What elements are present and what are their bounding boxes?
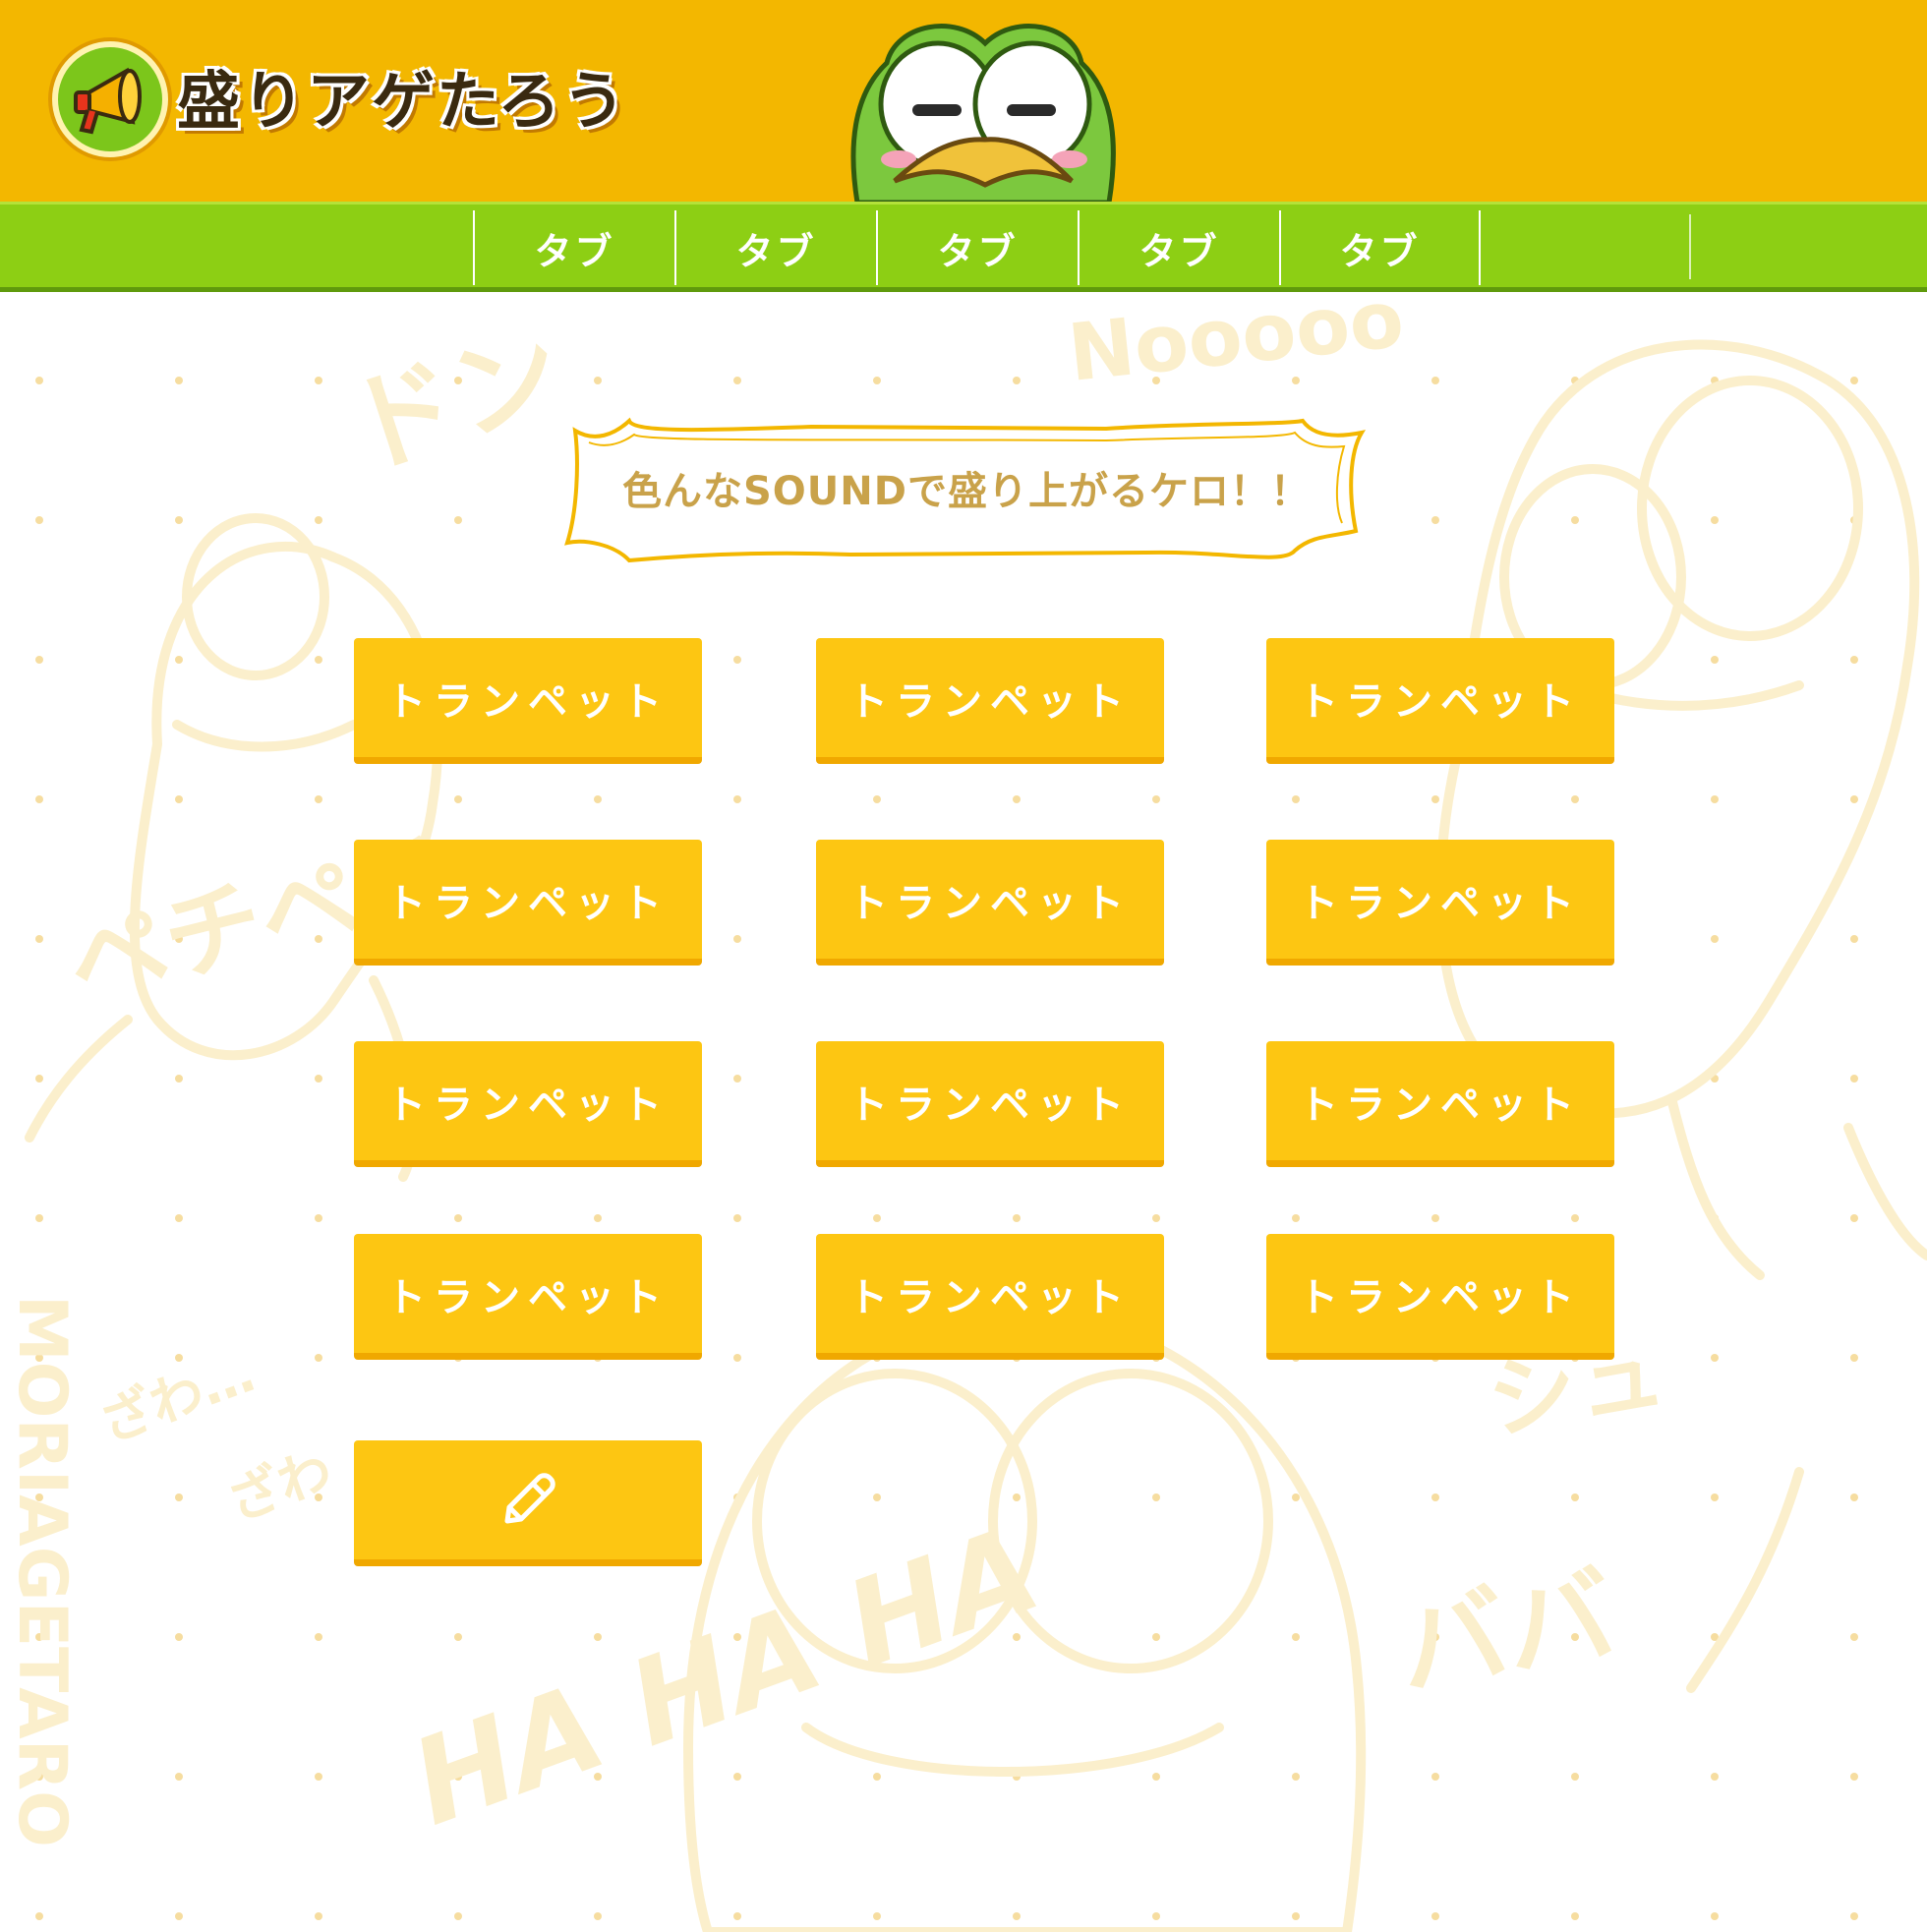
pencil-icon [504, 1472, 555, 1523]
sound-button-8[interactable]: トランペット [816, 1041, 1164, 1167]
logo-badge[interactable] [52, 41, 168, 157]
svg-text:ざわ: ざわ [219, 1438, 340, 1533]
frog-mascot-icon [850, 24, 1116, 203]
sound-button-11[interactable]: トランペット [816, 1234, 1164, 1360]
sound-button-1[interactable]: トランペット [354, 638, 702, 764]
tab-1[interactable]: タブ [473, 210, 674, 285]
svg-text:ババ: ババ [1388, 1551, 1623, 1713]
sound-button-10[interactable]: トランペット [354, 1234, 702, 1360]
sound-button-6[interactable]: トランペット [1266, 840, 1614, 966]
edit-button[interactable] [354, 1440, 702, 1566]
banner-title: 色んなSOUNDで盛り上がるケロ！！ [622, 469, 1311, 514]
sound-button-7[interactable]: トランペット [354, 1041, 702, 1167]
sound-button-5[interactable]: トランペット [816, 840, 1164, 966]
sound-button-2[interactable]: トランペット [816, 638, 1164, 764]
sound-button-12[interactable]: トランペット [1266, 1234, 1614, 1360]
logo-title: 盛りアゲたろう [177, 66, 628, 139]
nav-bar: タブ タブ タブ タブ タブ [0, 202, 1927, 292]
tab-2[interactable]: タブ [674, 210, 876, 285]
nav-divider [1689, 214, 1691, 279]
svg-text:ドン: ドン [332, 307, 577, 494]
tab-3[interactable]: タブ [876, 210, 1078, 285]
megaphone-icon [74, 67, 142, 135]
sound-button-9[interactable]: トランペット [1266, 1041, 1614, 1167]
tab-4[interactable]: タブ [1078, 210, 1279, 285]
sound-button-3[interactable]: トランペット [1266, 638, 1614, 764]
header: 盛りアゲたろう [0, 0, 1927, 203]
svg-text:Nooooo: Nooooo [1064, 292, 1408, 399]
tab-5[interactable]: タブ [1279, 210, 1481, 285]
sound-button-4[interactable]: トランペット [354, 840, 702, 966]
tab-list: タブ タブ タブ タブ タブ [473, 210, 1481, 285]
svg-text:MORIAGETARO: MORIAGETARO [3, 1295, 81, 1847]
svg-text:ざわ…: ざわ… [91, 1342, 263, 1455]
